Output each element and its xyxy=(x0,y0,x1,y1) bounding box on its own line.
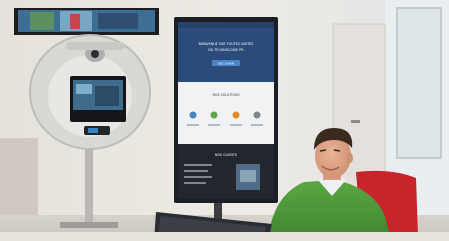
left-counter xyxy=(0,138,38,228)
signage-hero-line1: BIENVENUE SUR TOUTES VISITES xyxy=(199,42,254,46)
robot-base xyxy=(60,222,118,228)
ear xyxy=(347,153,353,163)
signage-solutions-title: NOS SOLUTIONS xyxy=(212,93,239,97)
solution-icon-1 xyxy=(189,111,197,119)
signage-header xyxy=(178,22,274,82)
digital-signage: BIENVENUE SUR TOUTES VISITES DU TECHNOLO… xyxy=(174,17,278,226)
signage-clients-title: NOS CLIENTS xyxy=(215,153,237,157)
signage-hero-button-label: DÉCOUVRIR xyxy=(218,60,235,65)
window-frame xyxy=(396,7,442,159)
desk-surface xyxy=(0,232,449,241)
door-handle xyxy=(351,120,360,123)
solution-icon-3 xyxy=(232,111,240,119)
robot-pole xyxy=(85,148,93,228)
wall-tv xyxy=(14,8,159,35)
signage-hero-line2: DU TECHNOLOGIE PR xyxy=(208,48,244,52)
solution-icon-4 xyxy=(253,111,261,119)
photo-scene: BIENVENUE SUR TOUTES VISITES DU TECHNOLO… xyxy=(0,0,449,241)
solution-icon-2 xyxy=(210,111,218,119)
